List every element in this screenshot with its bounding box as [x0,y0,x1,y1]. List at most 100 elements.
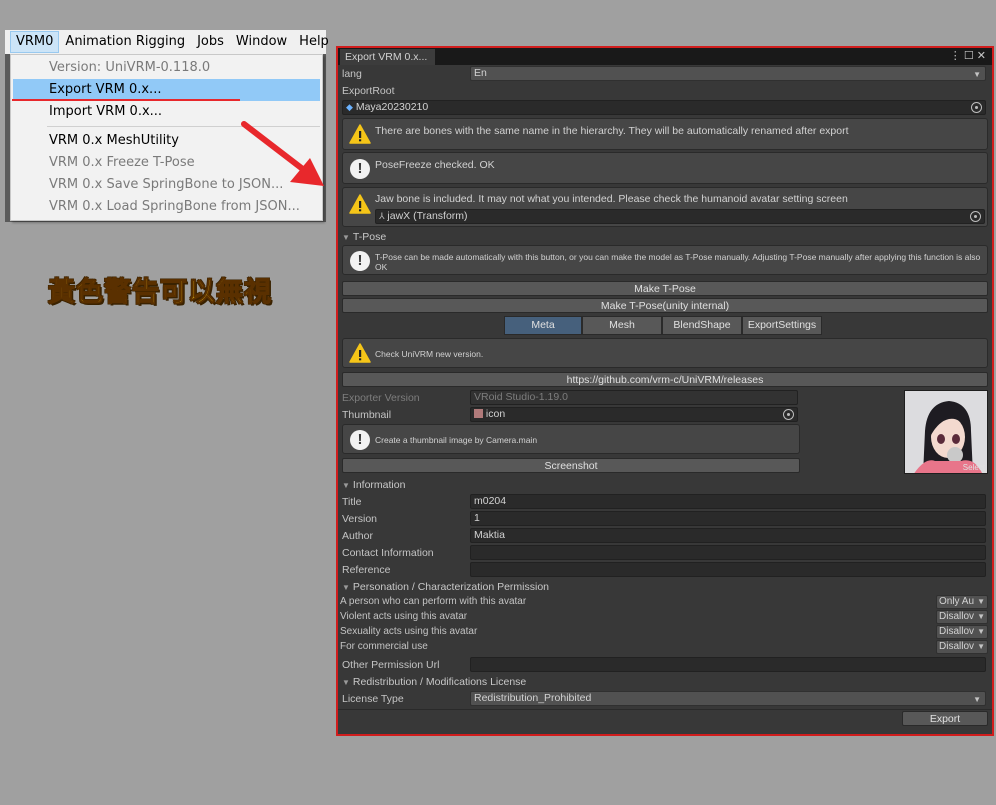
window-tab[interactable]: Export VRM 0.x... [340,49,435,65]
window-controls: ⋮ ☐ ✕ [950,48,986,64]
license-type-row: License Type Redistribution_Prohibited ▼ [338,691,992,707]
reference-row: Reference [338,562,992,578]
personation-section-label: Personation / Characterization Permissio… [352,581,550,593]
foldout-arrow-icon: ▼ [342,678,350,687]
foldout-arrow-icon: ▼ [342,233,350,242]
perm-violent-label: Violent acts using this avatar [340,611,468,622]
tab-meta[interactable]: Meta [504,316,582,335]
chevron-down-icon: ▼ [977,612,985,621]
other-permission-row: Other Permission Url [338,657,992,673]
perm-sexual-dropdown[interactable]: Disallov ▼ [936,625,988,639]
license-type-dropdown[interactable]: Redistribution_Prohibited ▼ [470,691,986,706]
tpose-foldout[interactable]: ▼ T-Pose [342,230,386,245]
reference-field[interactable] [470,562,986,577]
close-icon[interactable]: ✕ [977,50,986,62]
lang-label: lang [342,68,362,80]
license-type-label: License Type [342,693,404,705]
chevron-down-icon: ▼ [977,627,985,636]
tpose-info-box: ! T-Pose can be made automatically with … [342,245,988,275]
warning-icon [349,124,371,144]
perm-violent-value: Disallov [939,611,975,622]
version-field[interactable]: 1 [470,511,986,526]
info-icon: ! [350,159,370,179]
screenshot-button[interactable]: Screenshot [342,458,800,473]
check-version-box: Check UniVRM new version. [342,338,988,368]
redistribution-foldout[interactable]: ▼ Redistribution / Modifications License [342,675,526,690]
version-row: Version 1 [338,511,992,527]
red-arrow-icon [241,121,324,186]
tab-exportsettings[interactable]: ExportSettings [742,316,822,335]
perm-violent-dropdown[interactable]: Disallov ▼ [936,610,988,624]
author-label: Author [342,530,373,542]
menu-animation-rigging[interactable]: Animation Rigging [59,31,191,53]
object-picker-icon[interactable] [971,102,982,113]
warning-icon [349,194,371,214]
make-tpose-button[interactable]: Make T-Pose [342,281,988,296]
perm-perform-label: A person who can perform with this avata… [340,596,527,607]
info-posefreeze-box: ! PoseFreeze checked. OK [342,152,988,184]
export-root-row: ExportRoot [338,83,992,99]
object-picker-icon[interactable] [783,409,794,420]
thumbnail-label: Thumbnail [342,409,392,421]
menu-jobs[interactable]: Jobs [191,31,230,53]
menu-item-version: Version: UniVRM-0.118.0 [49,60,211,75]
more-options-icon[interactable]: ⋮ [950,50,961,62]
avatar-thumbnail-image [905,391,987,473]
chevron-down-icon: ▼ [977,597,985,606]
export-root-field-row: ◆ Maya20230210 [338,100,992,116]
warning-bones-box: There are bones with the same name in th… [342,118,988,150]
thumbnail-info-box: ! Create a thumbnail image by Camera.mai… [342,424,800,454]
transform-icon: ⅄ [379,211,385,221]
menubar: VRM0 Animation Rigging Jobs Window Help [5,30,329,54]
author-row: Author Maktia [338,528,992,544]
check-version-text: Check UniVRM new version. [375,349,484,359]
object-picker-icon[interactable] [970,211,981,222]
maximize-icon[interactable]: ☐ [964,50,974,62]
warning-icon [349,343,371,363]
personation-foldout[interactable]: ▼ Personation / Characterization Permissi… [342,580,549,595]
menu-help[interactable]: Help [293,31,335,53]
lang-row: lang En ▼ [338,66,992,82]
export-button[interactable]: Export [902,711,988,726]
information-foldout[interactable]: ▼ Information [342,478,405,493]
menu-window[interactable]: Window [230,31,293,53]
tpose-section-label: T-Pose [352,231,387,243]
perm-sexual-label: Sexuality acts using this avatar [340,626,478,637]
export-root-value: Maya20230210 [355,101,429,113]
lang-dropdown[interactable]: En ▼ [470,66,986,81]
thumbnail-select-label[interactable]: Select [963,463,985,472]
title-field[interactable]: m0204 [470,494,986,509]
thumbnail-info-text: Create a thumbnail image by Camera.main [375,435,538,445]
prefab-icon: ◆ [346,102,353,112]
perm-perform-dropdown[interactable]: Only Au ▼ [936,595,988,609]
make-tpose-internal-button[interactable]: Make T-Pose(unity internal) [342,298,988,313]
thumbnail-value: icon [485,408,506,420]
chevron-down-icon: ▼ [977,642,985,651]
export-vrm-window: Export VRM 0.x... ⋮ ☐ ✕ lang En ▼ Export… [336,46,994,736]
perm-commercial-label: For commercial use [340,641,428,652]
author-field[interactable]: Maktia [470,528,986,543]
jaw-object-field[interactable]: ⅄ jawX (Transform) [375,209,985,224]
releases-url-button[interactable]: https://github.com/vrm-c/UniVRM/releases [342,372,988,387]
warning-bones-text: There are bones with the same name in th… [375,125,849,137]
thumbnail-field[interactable]: icon [470,407,798,422]
information-section-label: Information [352,479,406,491]
other-permission-field[interactable] [470,657,986,672]
reference-label: Reference [342,564,391,576]
info-icon: ! [350,430,370,450]
info-posefreeze-text: PoseFreeze checked. OK [375,159,495,171]
contact-row: Contact Information [338,545,992,561]
info-icon: ! [350,251,370,271]
perm-commercial-dropdown[interactable]: Disallov ▼ [936,640,988,654]
menu-item-load-springbone: VRM 0.x Load SpringBone from JSON... [49,199,300,214]
tpose-info-text: T-Pose can be made automatically with th… [375,252,981,272]
title-label: Title [342,496,362,508]
thumbnail-preview[interactable]: Select [904,390,988,474]
tab-mesh[interactable]: Mesh [582,316,662,335]
contact-field[interactable] [470,545,986,560]
tab-blendshape[interactable]: BlendShape [662,316,742,335]
menu-vrm0[interactable]: VRM0 [10,31,60,53]
menu-item-export[interactable]: Export VRM 0.x... [13,79,320,101]
foldout-arrow-icon: ▼ [342,481,350,490]
export-root-field[interactable]: ◆ Maya20230210 [342,100,986,115]
